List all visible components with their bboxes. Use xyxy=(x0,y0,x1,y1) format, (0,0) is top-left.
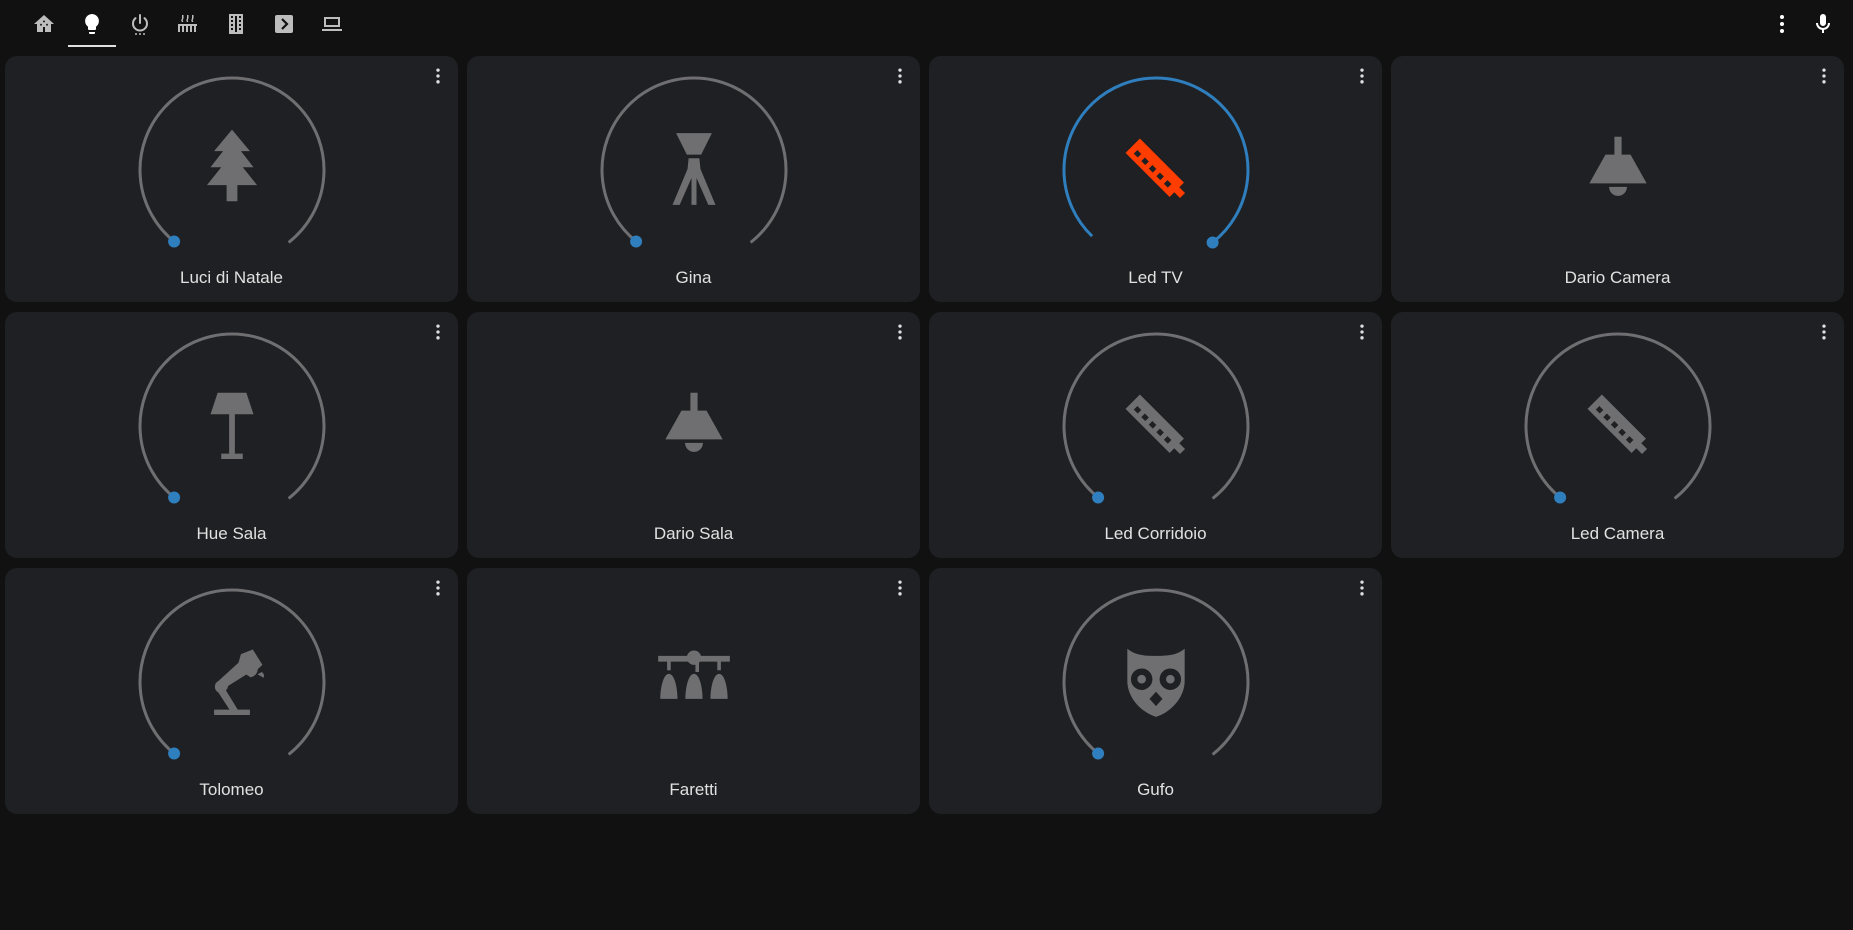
top-toolbar xyxy=(0,0,1853,56)
more-vertical-icon xyxy=(890,322,910,342)
more-vertical-icon xyxy=(1814,66,1834,86)
more-vertical-icon xyxy=(428,578,448,598)
light-card[interactable]: Gina xyxy=(467,56,920,302)
light-card[interactable]: Dario Sala xyxy=(467,312,920,558)
tab-film[interactable] xyxy=(212,0,260,48)
card-menu-button[interactable] xyxy=(426,64,450,88)
card-name: Gina xyxy=(675,268,712,287)
more-vertical-button[interactable] xyxy=(1762,0,1802,48)
led-strip-icon[interactable] xyxy=(1575,382,1661,468)
led-strip-icon[interactable] xyxy=(1113,126,1199,212)
card-menu-button[interactable] xyxy=(1350,64,1374,88)
card-name: Dario Sala xyxy=(653,524,734,543)
ceiling-light-icon[interactable] xyxy=(1575,126,1661,212)
desk-lamp-icon[interactable] xyxy=(189,638,275,724)
card-name: Hue Sala xyxy=(196,524,267,543)
dial-handle[interactable] xyxy=(168,235,181,248)
dial-handle[interactable] xyxy=(1092,747,1105,760)
radiator-icon xyxy=(176,12,200,36)
card-name: Led Corridoio xyxy=(1104,524,1207,543)
film-icon xyxy=(224,12,248,36)
microphone-button[interactable] xyxy=(1803,0,1843,48)
more-vertical-icon xyxy=(1770,12,1794,36)
card-name: Dario Camera xyxy=(1564,268,1671,287)
card-name: Faretti xyxy=(669,780,718,799)
dial-handle[interactable] xyxy=(630,235,643,248)
microphone-icon xyxy=(1811,12,1835,36)
active-tab-indicator xyxy=(68,45,116,47)
card-menu-button[interactable] xyxy=(1812,320,1836,344)
tab-radiator[interactable] xyxy=(164,0,212,48)
pine-tree-icon[interactable] xyxy=(189,126,275,212)
light-card[interactable]: Led Camera xyxy=(1391,312,1844,558)
more-vertical-icon xyxy=(428,322,448,342)
card-menu-button[interactable] xyxy=(426,320,450,344)
light-card[interactable]: Hue Sala xyxy=(5,312,458,558)
ceiling-light-icon[interactable] xyxy=(651,382,737,468)
card-menu-button[interactable] xyxy=(888,576,912,600)
more-vertical-icon xyxy=(890,66,910,86)
tab-home-assistant[interactable] xyxy=(20,0,68,48)
chevron-box-icon xyxy=(272,12,296,36)
dial-handle[interactable] xyxy=(168,747,181,760)
card-menu-button[interactable] xyxy=(426,576,450,600)
card-menu-button[interactable] xyxy=(1350,576,1374,600)
light-cards-grid: Luci di Natale Gina Led TV Dario Camera Hue … xyxy=(5,56,1845,814)
floor-lamp-tripod-icon[interactable] xyxy=(651,126,737,212)
more-vertical-icon xyxy=(1814,322,1834,342)
tab-power[interactable] xyxy=(116,0,164,48)
card-menu-button[interactable] xyxy=(888,64,912,88)
card-name: Led Camera xyxy=(1570,524,1665,543)
lightbulb-icon xyxy=(80,12,104,36)
more-vertical-icon xyxy=(890,578,910,598)
home-assistant-icon xyxy=(32,12,56,36)
power-icon xyxy=(128,12,152,36)
card-name: Gufo xyxy=(1137,780,1174,799)
more-vertical-icon xyxy=(428,66,448,86)
tab-laptop[interactable] xyxy=(308,0,356,48)
owl-icon[interactable] xyxy=(1113,638,1199,724)
light-card[interactable]: Tolomeo xyxy=(5,568,458,814)
more-vertical-icon xyxy=(1352,66,1372,86)
track-light-icon[interactable] xyxy=(651,638,737,724)
light-card[interactable]: Gufo xyxy=(929,568,1382,814)
light-card[interactable]: Led TV xyxy=(929,56,1382,302)
laptop-icon xyxy=(320,12,344,36)
dial-handle[interactable] xyxy=(1092,491,1105,504)
tab-lightbulb[interactable] xyxy=(68,0,116,48)
light-card[interactable]: Luci di Natale xyxy=(5,56,458,302)
led-strip-icon[interactable] xyxy=(1113,382,1199,468)
light-card[interactable]: Led Corridoio xyxy=(929,312,1382,558)
floor-lamp-icon[interactable] xyxy=(189,382,275,468)
card-menu-button[interactable] xyxy=(1812,64,1836,88)
more-vertical-icon xyxy=(1352,322,1372,342)
card-name: Luci di Natale xyxy=(179,268,283,287)
light-card[interactable]: Faretti xyxy=(467,568,920,814)
card-menu-button[interactable] xyxy=(888,320,912,344)
card-name: Tolomeo xyxy=(199,780,264,799)
dial-handle[interactable] xyxy=(1554,491,1567,504)
dial-handle[interactable] xyxy=(168,491,181,504)
card-menu-button[interactable] xyxy=(1350,320,1374,344)
more-vertical-icon xyxy=(1352,578,1372,598)
dial-handle[interactable] xyxy=(1206,236,1219,249)
tab-chevron-box[interactable] xyxy=(260,0,308,48)
card-name: Led TV xyxy=(1128,268,1183,287)
light-card[interactable]: Dario Camera xyxy=(1391,56,1844,302)
